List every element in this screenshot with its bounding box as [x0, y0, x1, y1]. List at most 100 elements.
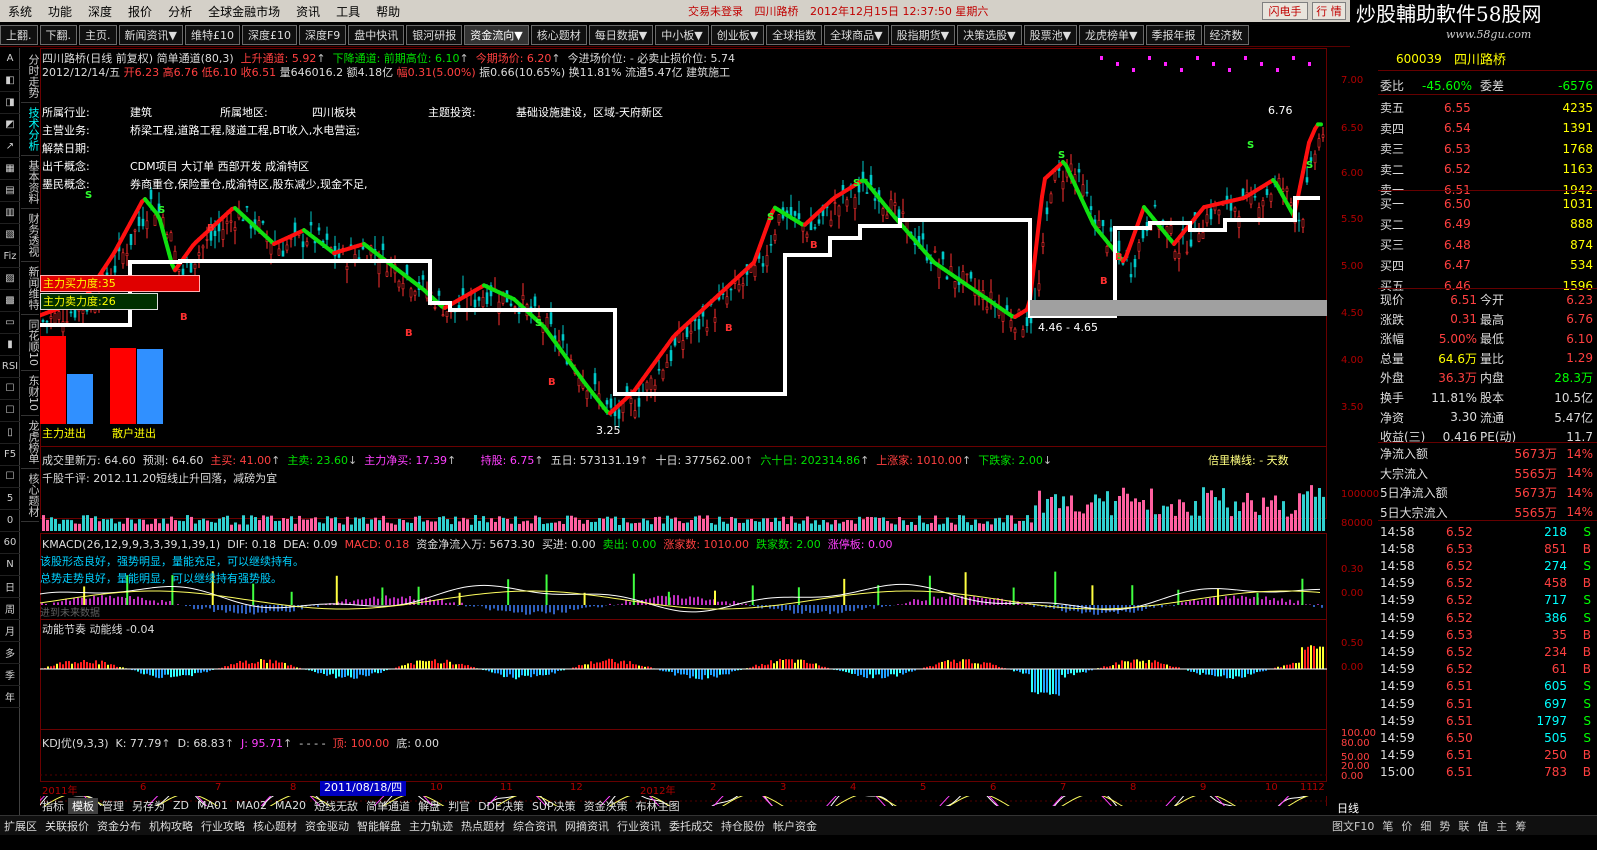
extension-tab-2[interactable]: 资金分布	[93, 818, 145, 834]
vertical-tab-8[interactable]: 核心题材	[21, 469, 40, 522]
indicator-tab-0[interactable]: 指标	[38, 798, 68, 814]
left-nav-item-1[interactable]: ◧	[0, 70, 20, 92]
menu-item-7[interactable]: 工具	[328, 3, 368, 20]
left-nav-item-13[interactable]: ▮	[0, 334, 20, 356]
left-nav-item-3[interactable]: ◩	[0, 114, 20, 136]
left-nav-item-22[interactable]: 60	[0, 532, 20, 554]
left-nav-item-12[interactable]: ▭	[0, 312, 20, 334]
indicator-tab-11[interactable]: 判官	[444, 798, 474, 814]
extension-tab-13[interactable]: 委托成交	[665, 818, 717, 834]
toolbar-button-6[interactable]: 深度F9	[298, 24, 347, 45]
left-nav-item-2[interactable]: ◨	[0, 92, 20, 114]
vertical-tab-3[interactable]: 财务透视	[21, 209, 40, 262]
period-selector[interactable]: 日线	[1337, 800, 1359, 816]
extension-tab-3[interactable]: 机构攻略	[145, 818, 197, 834]
toolbar-button-20[interactable]: 季报年报	[1145, 24, 1202, 45]
left-nav-item-26[interactable]: 月	[0, 620, 20, 642]
extension-tab-4[interactable]: 行业攻略	[197, 818, 249, 834]
toolbar-button-15[interactable]: 全球商品▼	[824, 24, 889, 45]
left-nav-item-6[interactable]: ▤	[0, 180, 20, 202]
vertical-tab-6[interactable]: 东财10	[21, 371, 40, 416]
left-nav-item-25[interactable]: 周	[0, 598, 20, 620]
vertical-tab-4[interactable]: 新闻维特	[21, 262, 40, 315]
indicator-tab-2[interactable]: 管理	[98, 798, 128, 814]
toolbar-button-0[interactable]: 上翻.	[0, 24, 38, 45]
menu-item-1[interactable]: 功能	[40, 3, 80, 20]
menu-item-8[interactable]: 帮助	[368, 3, 408, 20]
toolbar-button-7[interactable]: 盘中快讯	[348, 24, 405, 45]
left-nav-item-23[interactable]: N	[0, 554, 20, 576]
left-nav-item-17[interactable]: ▯	[0, 422, 20, 444]
toolbar-button-1[interactable]: 下翻.	[39, 24, 77, 45]
left-nav-item-16[interactable]: ☐	[0, 400, 20, 422]
extension-tab-12[interactable]: 行业资讯	[613, 818, 665, 834]
indicator-tab-12[interactable]: DDE决策	[474, 798, 528, 814]
login-status[interactable]: 交易未登录	[688, 5, 743, 18]
toolbar-button-19[interactable]: 龙虎榜单▼	[1079, 24, 1144, 45]
vertical-tab-1[interactable]: 技术分析	[21, 103, 40, 156]
extension-tab-7[interactable]: 智能解盘	[353, 818, 405, 834]
menu-item-0[interactable]: 系统	[0, 3, 40, 20]
extension-tab-11[interactable]: 网摘资讯	[561, 818, 613, 834]
extension-tab-8[interactable]: 主力轨迹	[405, 818, 457, 834]
extension-tab-0[interactable]: 扩展区	[0, 818, 41, 834]
quote-button[interactable]: 行 情	[1312, 2, 1346, 20]
toolbar-button-12[interactable]: 中小板▼	[655, 24, 709, 45]
left-nav-item-7[interactable]: ▥	[0, 202, 20, 224]
left-nav-item-5[interactable]: ▦	[0, 158, 20, 180]
left-nav-item-0[interactable]: A	[0, 48, 20, 70]
toolbar-button-9[interactable]: 资金流向▼	[464, 24, 529, 45]
left-nav-item-24[interactable]: 日	[0, 576, 20, 598]
extension-tab-9[interactable]: 热点题材	[457, 818, 509, 834]
left-nav-item-4[interactable]: ↗	[0, 136, 20, 158]
indicator-tab-6[interactable]: MA02	[232, 799, 271, 812]
indicator-tab-14[interactable]: 资金决策	[580, 798, 632, 814]
left-nav-item-29[interactable]: 年	[0, 686, 20, 708]
flash-order-button[interactable]: 闪电手	[1262, 2, 1308, 20]
left-nav-item-10[interactable]: ▨	[0, 268, 20, 290]
toolbar-button-3[interactable]: 新闻资讯▼	[118, 24, 183, 45]
menu-item-2[interactable]: 深度	[80, 3, 120, 20]
extension-tab-1[interactable]: 关联报价	[41, 818, 93, 834]
toolbar-button-21[interactable]: 经济数	[1203, 24, 1249, 45]
menu-item-6[interactable]: 资讯	[288, 3, 328, 20]
vertical-tab-5[interactable]: 同花顺10	[21, 315, 40, 371]
menu-item-3[interactable]: 报价	[120, 3, 160, 20]
toolbar-button-5[interactable]: 深度£10	[241, 24, 297, 45]
indicator-tab-7[interactable]: MA20	[271, 799, 310, 812]
left-nav-item-15[interactable]: ☐	[0, 378, 20, 400]
vertical-tab-2[interactable]: 基本资料	[21, 156, 40, 209]
indicator-tab-5[interactable]: MA01	[193, 799, 232, 812]
toolbar-button-13[interactable]: 创业板▼	[710, 24, 765, 45]
indicator-tab-9[interactable]: 简单通道	[362, 798, 414, 814]
menu-item-4[interactable]: 分析	[160, 3, 200, 20]
toolbar-button-10[interactable]: 核心题材	[530, 24, 587, 45]
indicator-tab-8[interactable]: 短线无敌	[310, 798, 362, 814]
left-nav-item-18[interactable]: F5	[0, 444, 20, 466]
indicator-tab-1[interactable]: 模板	[68, 797, 98, 814]
extension-tab-10[interactable]: 综合资讯	[509, 818, 561, 834]
extension-tab-5[interactable]: 核心题材	[249, 818, 301, 834]
left-nav-item-11[interactable]: ▩	[0, 290, 20, 312]
toolbar-button-2[interactable]: 主页.	[79, 24, 117, 45]
extension-tab-6[interactable]: 资金驱动	[301, 818, 353, 834]
toolbar-button-17[interactable]: 决策选股▼	[957, 24, 1022, 45]
left-nav-item-8[interactable]: ▧	[0, 224, 20, 246]
left-nav-item-20[interactable]: 5	[0, 488, 20, 510]
indicator-tab-10[interactable]: 解盘	[414, 798, 444, 814]
toolbar-button-18[interactable]: 股票池▼	[1023, 24, 1078, 45]
extension-tab-14[interactable]: 持仓股份	[717, 818, 769, 834]
indicator-tab-13[interactable]: SUP决策	[528, 798, 580, 814]
left-nav-item-19[interactable]: ☐	[0, 466, 20, 488]
toolbar-button-11[interactable]: 每日数据▼	[588, 24, 654, 45]
extension-tab-15[interactable]: 帐户资金	[769, 818, 821, 834]
left-nav-item-28[interactable]: 季	[0, 664, 20, 686]
quote-panel-tab-0[interactable]: 图文F10	[1328, 820, 1378, 833]
left-nav-item-27[interactable]: 多	[0, 642, 20, 664]
indicator-tab-15[interactable]: 布林主图	[632, 798, 684, 814]
toolbar-button-16[interactable]: 股指期货▼	[890, 24, 956, 45]
left-nav-item-14[interactable]: RSI	[0, 356, 20, 378]
indicator-tab-3[interactable]: 另存为	[128, 798, 169, 814]
toolbar-button-4[interactable]: 维特£10	[184, 24, 240, 45]
menu-item-5[interactable]: 全球金融市场	[200, 3, 288, 20]
